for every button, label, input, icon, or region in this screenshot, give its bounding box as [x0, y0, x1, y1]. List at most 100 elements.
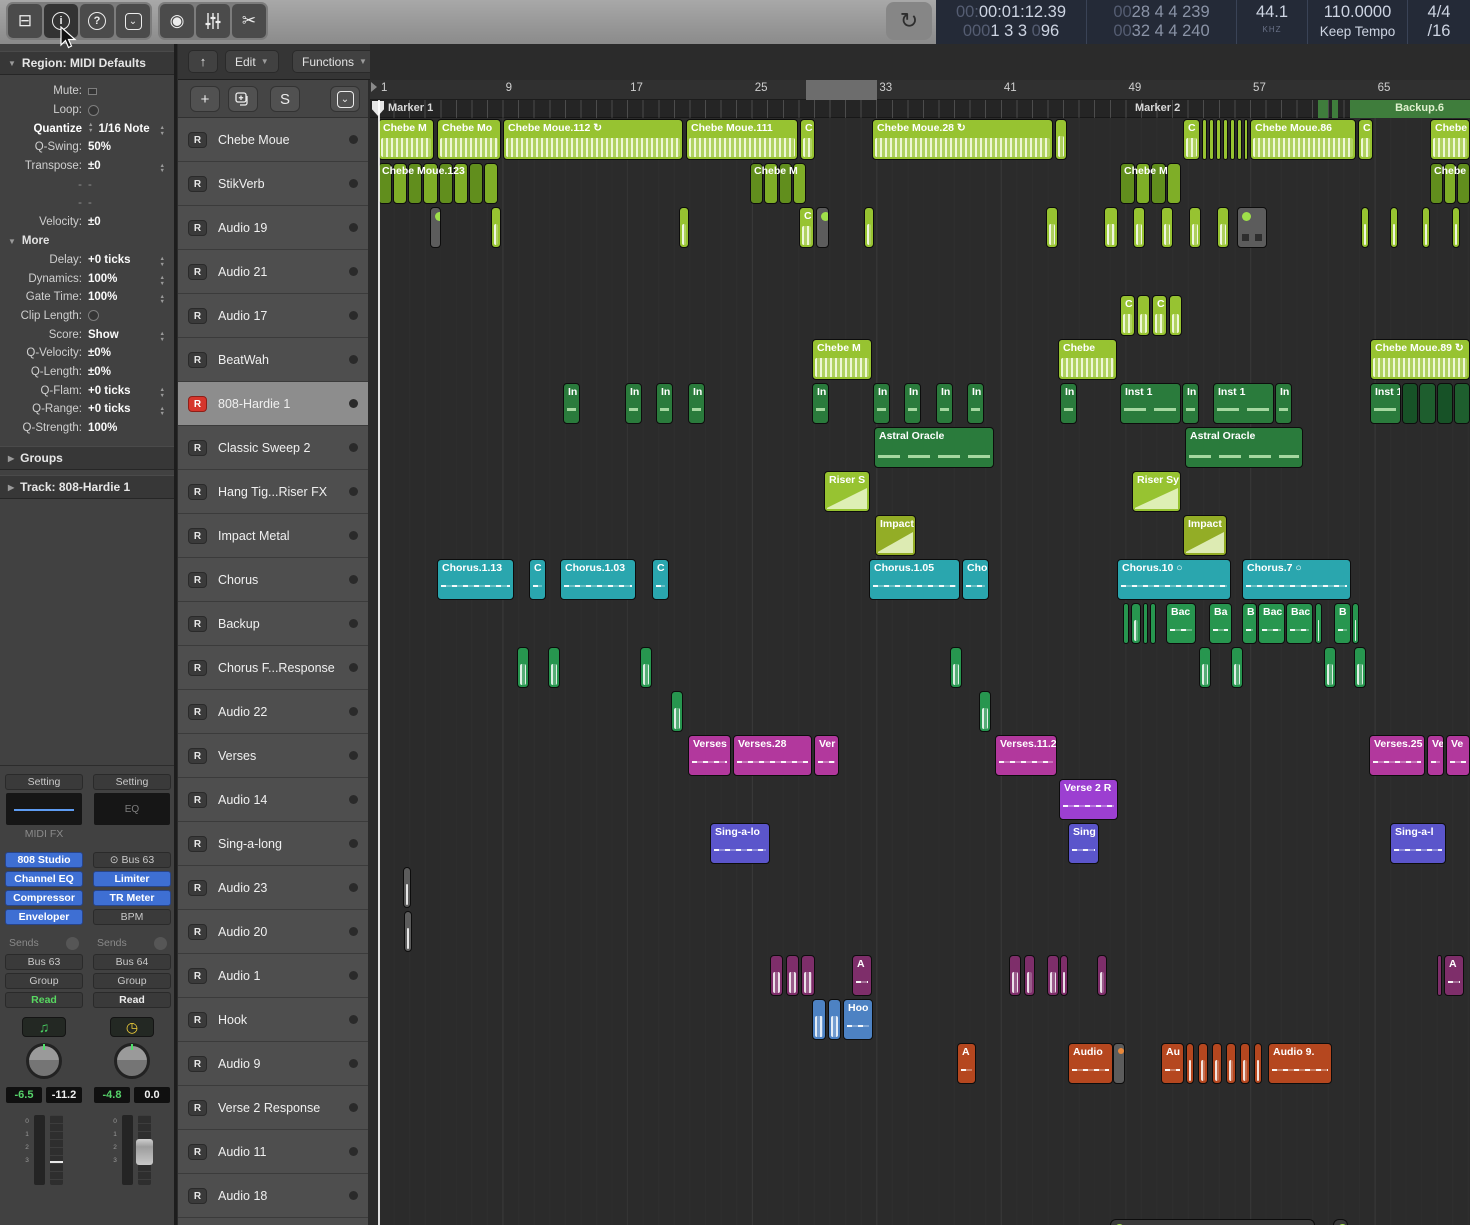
track-row[interactable]: R Audio 1 — [178, 954, 368, 998]
param-value[interactable]: ±0 — [88, 160, 101, 172]
region-c[interactable]: C — [1120, 295, 1135, 336]
region[interactable] — [812, 999, 826, 1040]
region[interactable] — [1315, 603, 1322, 644]
param-value[interactable]: Show — [88, 329, 119, 341]
automation-mode-button[interactable]: Read — [5, 991, 83, 1008]
quick-help-icon[interactable]: ? — [80, 4, 114, 38]
record-enable-button[interactable]: R — [188, 571, 207, 588]
inspector-param-row[interactable]: Clip Length: — [0, 307, 174, 326]
region[interactable] — [403, 867, 411, 908]
region[interactable] — [1189, 207, 1201, 248]
track-onoff-dot[interactable] — [349, 883, 358, 892]
region-in[interactable]: In — [1275, 383, 1292, 424]
region[interactable] — [1237, 207, 1267, 248]
marker-green-sliver[interactable] — [1318, 100, 1328, 118]
region[interactable] — [1137, 295, 1150, 336]
track-row[interactable]: R Impact Metal — [178, 514, 368, 558]
ruler-bar-57[interactable]: 57 — [1253, 82, 1266, 94]
region[interactable] — [1390, 207, 1398, 248]
inspector-param-row[interactable]: Dynamics: 100% ▲ ▼ — [0, 269, 174, 288]
param-value[interactable]: +0 ticks — [88, 385, 131, 397]
track-onoff-dot[interactable] — [349, 1059, 358, 1068]
param-value[interactable]: 100% — [88, 291, 117, 303]
track-type-icon-button[interactable]: ◷ — [110, 1017, 154, 1037]
ruler-bar-49[interactable]: 49 — [1128, 82, 1141, 94]
param-value[interactable]: 50% — [88, 141, 111, 153]
region[interactable] — [1324, 647, 1336, 688]
plugin-slot-bpm[interactable]: BPM — [93, 908, 171, 925]
region-chorus-7-[interactable]: Chorus.7 ○ — [1242, 559, 1351, 600]
region[interactable] — [1361, 207, 1369, 248]
region[interactable] — [1354, 647, 1366, 688]
region[interactable] — [1422, 207, 1430, 248]
fader-line[interactable] — [49, 1161, 63, 1163]
region[interactable] — [1226, 1043, 1236, 1084]
hierarchy-up-icon[interactable]: ↑ — [188, 50, 218, 73]
track-row[interactable]: R Audio 22 — [178, 690, 368, 734]
track-onoff-dot[interactable] — [349, 927, 358, 936]
input-slot[interactable]: 808 Studio — [5, 851, 83, 868]
region-verses-28[interactable]: Verses.28 — [733, 735, 812, 776]
smart-controls-icon[interactable]: ◉ — [160, 4, 194, 38]
automation-mode-button[interactable]: Read — [93, 991, 171, 1008]
stepper-icon[interactable]: ▲ ▼ — [160, 276, 165, 287]
track-row[interactable]: R Audio 21 — [178, 250, 368, 294]
region-c[interactable]: C — [799, 207, 814, 248]
lcd-time-position[interactable]: 00:00:01:12.39 0001 3 3 096 — [936, 0, 1087, 44]
record-enable-button[interactable]: R — [188, 395, 207, 412]
track-row[interactable]: R Chorus — [178, 558, 368, 602]
region[interactable] — [1452, 207, 1460, 248]
mixer-icon[interactable] — [196, 4, 230, 38]
track-row[interactable]: R Audio 19 — [178, 206, 368, 250]
pan-value[interactable]: -4.8 — [94, 1087, 130, 1103]
region[interactable] — [1231, 647, 1243, 688]
lcd-sample-rate[interactable]: 44.1 KHZ — [1237, 0, 1308, 44]
add-track-button[interactable]: + — [190, 86, 220, 112]
region-bac[interactable]: Bac — [1166, 603, 1196, 644]
fader-cap[interactable] — [135, 1139, 153, 1165]
setting-button[interactable]: Setting — [93, 773, 171, 790]
record-enable-button[interactable]: R — [188, 527, 207, 544]
region-sing-a-l[interactable]: Sing-a-l — [1390, 823, 1446, 864]
region-chebe-moue-123[interactable]: Chebe Moue.123 — [378, 163, 498, 204]
region[interactable] — [801, 955, 815, 996]
inspector-param-row[interactable]: Gate Time: 100% ▲ ▼ — [0, 288, 174, 307]
region-riser-s[interactable]: Riser S — [824, 471, 870, 512]
region-ver[interactable]: Ver — [814, 735, 839, 776]
track-onoff-dot[interactable] — [349, 355, 358, 364]
record-enable-button[interactable]: R — [188, 439, 207, 456]
volume-value[interactable]: 0.0 — [134, 1087, 170, 1103]
ruler-bar-65[interactable]: 65 — [1378, 82, 1391, 94]
track-onoff-dot[interactable] — [349, 795, 358, 804]
library-icon[interactable]: ⊟ — [8, 4, 42, 38]
region-a[interactable]: A — [957, 1043, 976, 1084]
region-c[interactable]: C — [1152, 295, 1167, 336]
stepper-icon[interactable]: ▲ ▼ — [160, 163, 165, 175]
track-onoff-dot[interactable] — [349, 179, 358, 188]
send-knob[interactable] — [154, 936, 167, 950]
pan-knob[interactable] — [114, 1043, 150, 1079]
region-b[interactable]: B — [1242, 603, 1257, 644]
track-row[interactable]: R Audio 14 — [178, 778, 368, 822]
track-row[interactable]: R Sing-a-long — [178, 822, 368, 866]
stepper-icon[interactable]: ▲ ▼ — [160, 406, 165, 418]
inspector-param-row[interactable]: Loop: — [0, 101, 174, 120]
region-bac[interactable]: Bac — [1258, 603, 1285, 644]
region-inspector-header[interactable]: ▼ Region: MIDI Defaults — [0, 51, 174, 75]
region[interactable] — [1123, 603, 1129, 644]
input-slot[interactable]: ⊙ Bus 63 — [93, 851, 171, 868]
region[interactable] — [950, 647, 962, 688]
region-ve[interactable]: Ve — [1446, 735, 1470, 776]
region-sing-a-lo[interactable]: Sing-a-lo — [710, 823, 770, 864]
param-value[interactable]: ±0% — [88, 366, 111, 378]
stepper-icon[interactable]: ▲ ▼ — [160, 294, 165, 306]
region-c[interactable]: C — [529, 559, 546, 600]
midi-fx-slot[interactable] — [91, 828, 173, 844]
inspector-param-row[interactable]: Quantize ▲ ▼ 1/16 Note ▲ ▼ — [0, 119, 174, 138]
track-row[interactable]: R Hang Tig...Riser FX — [178, 470, 368, 514]
track-onoff-dot[interactable] — [349, 839, 358, 848]
track-onoff-dot[interactable] — [349, 1147, 358, 1156]
record-enable-button[interactable]: R — [188, 307, 207, 324]
volume-fader[interactable] — [135, 1115, 153, 1185]
record-enable-button[interactable]: R — [188, 659, 207, 676]
